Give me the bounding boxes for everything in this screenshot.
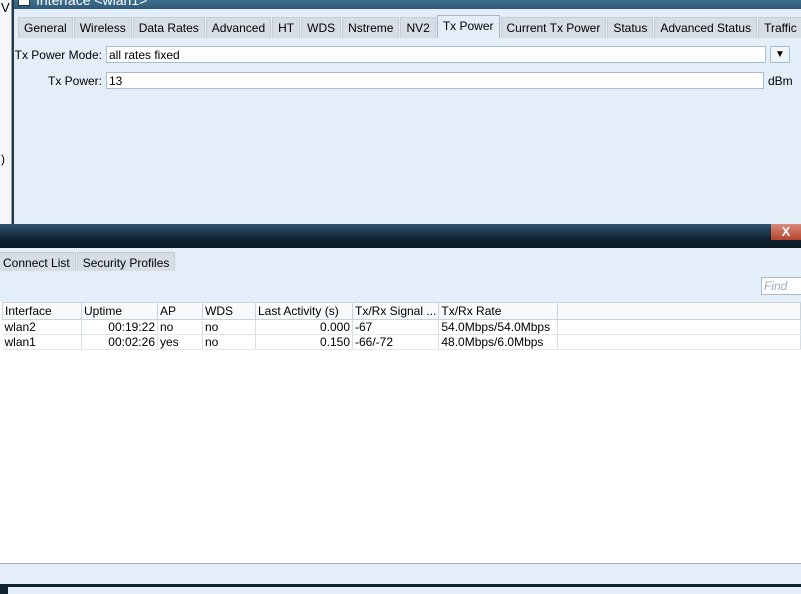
tab-traffic[interactable]: Traffic xyxy=(758,17,801,38)
column-header[interactable]: WDS xyxy=(202,302,256,320)
tab-advanced-status[interactable]: Advanced Status xyxy=(654,17,758,38)
tab-data-rates[interactable]: Data Rates xyxy=(132,17,205,38)
table-header: Interface Uptime AP WDS Last Activity (s) Tx/… xyxy=(2,302,801,320)
tx-power-label: Tx Power: xyxy=(47,74,102,88)
table-cell: wlan2 xyxy=(2,319,82,335)
partial-text: ) xyxy=(1,152,5,166)
background-window-edge: V ) xyxy=(0,0,12,224)
table-cell: 0.000 xyxy=(255,319,353,335)
tx-power-mode-select[interactable]: all rates fixed xyxy=(106,46,766,63)
partial-text: V xyxy=(1,0,10,15)
table-cell: 00:19:22 xyxy=(81,319,158,335)
table-cell: 0.150 xyxy=(255,334,353,350)
tab-current-tx-power[interactable]: Current Tx Power xyxy=(500,17,607,38)
window-icon xyxy=(18,0,30,6)
tab-security-profiles[interactable]: Security Profiles xyxy=(76,252,176,271)
table-cell: 48.0Mbps/6.0Mbps xyxy=(438,334,559,350)
find-input[interactable]: Find xyxy=(761,277,801,295)
status-bar xyxy=(0,563,801,584)
tab-advanced[interactable]: Advanced xyxy=(205,17,272,38)
tx-power-mode-value: all rates fixed xyxy=(109,48,180,62)
registration-table: Interface Uptime AP WDS Last Activity (s) Tx/… xyxy=(2,302,801,350)
table-cell: 00:02:26 xyxy=(81,334,158,350)
tab-status[interactable]: Status xyxy=(607,17,654,38)
wireless-window-title-bar[interactable]: X xyxy=(0,224,801,248)
column-header[interactable]: Tx/Rx Signal ... xyxy=(351,302,440,320)
window-title: Interface <wlan1> xyxy=(36,0,148,8)
tab-wireless[interactable]: Wireless xyxy=(73,17,132,38)
table-row[interactable]: wlan2 00:19:22 no no 0.000 -67 54.0Mbps/54.0Mb… xyxy=(2,319,801,335)
dropdown-arrow-icon[interactable]: ▼ xyxy=(770,46,790,63)
table-cell: -66/-72 xyxy=(352,334,440,350)
column-header[interactable]: Uptime xyxy=(81,302,158,320)
tx-power-value: 13 xyxy=(109,74,123,88)
window-title-bar[interactable]: Interface <wlan1> xyxy=(14,0,801,9)
table-row[interactable]: wlan1 00:02:26 yes no 0.150 -66/-72 48.0Mbps/6… xyxy=(2,334,801,350)
tab-nv2[interactable]: NV2 xyxy=(400,17,436,38)
tx-power-input[interactable]: 13 xyxy=(106,72,764,89)
next-window-edge xyxy=(0,584,801,594)
table-cell: wlan1 xyxy=(2,334,82,350)
table-cell: 54.0Mbps/54.0Mbps xyxy=(438,319,559,335)
column-header[interactable]: Interface xyxy=(2,302,82,320)
table-cell: -67 xyxy=(352,319,440,335)
column-header-filler xyxy=(557,302,801,320)
tab-wds[interactable]: WDS xyxy=(301,17,342,38)
tab-tx-power[interactable]: Tx Power xyxy=(436,15,500,38)
column-header[interactable]: Tx/Rx Rate xyxy=(438,302,559,320)
wireless-tabs: Connect List Security Profiles xyxy=(0,252,176,271)
close-button[interactable]: X xyxy=(771,224,801,240)
tab-nstreme[interactable]: Nstreme xyxy=(342,17,400,38)
tx-power-unit: dBm xyxy=(768,74,793,88)
table-cell: yes xyxy=(157,334,203,350)
tx-power-mode-label: Tx Power Mode: xyxy=(14,48,102,62)
tab-ht[interactable]: HT xyxy=(272,17,301,38)
column-header[interactable]: Last Activity (s) xyxy=(255,302,353,320)
table-cell-filler xyxy=(557,319,801,335)
interface-tabs: General Wireless Data Rates Advanced HT WDS Ns… xyxy=(18,15,801,38)
table-cell: no xyxy=(202,319,256,335)
table-cell-filler xyxy=(557,334,801,350)
column-header[interactable]: AP xyxy=(157,302,203,320)
table-cell: no xyxy=(202,334,256,350)
tab-connect-list[interactable]: Connect List xyxy=(0,252,76,271)
interface-window: Interface <wlan1> General Wireless Data Ra… xyxy=(12,0,801,224)
tab-general[interactable]: General xyxy=(18,17,73,38)
table-cell: no xyxy=(157,319,203,335)
